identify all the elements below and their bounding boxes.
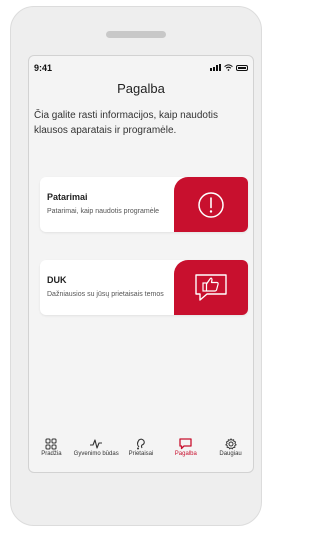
- tab-home-label: Pradžia: [41, 451, 62, 457]
- tab-more[interactable]: Daugiau: [210, 438, 252, 457]
- card-faq[interactable]: DUK Dažniausios su jūsų prietaisais temo…: [40, 260, 248, 315]
- card-tips[interactable]: Patarimai Patarimai, kaip naudotis progr…: [40, 177, 248, 232]
- battery-icon: [236, 65, 248, 71]
- card-faq-icon-panel: [174, 260, 248, 315]
- tab-lifestyle-label: Gyvenimo būdas: [73, 451, 119, 457]
- tab-devices-label: Prietaisai: [128, 451, 154, 457]
- card-faq-title: DUK: [47, 275, 67, 285]
- signal-icon: [210, 64, 221, 71]
- gear-icon: [224, 438, 237, 450]
- tab-lifestyle[interactable]: Gyvenimo būdas: [73, 438, 119, 457]
- hearing-aid-icon: [136, 438, 145, 450]
- status-icons: [210, 63, 248, 71]
- tab-help-label: Pagalba: [174, 451, 197, 457]
- card-tips-description: Patarimai, kaip naudotis programėle: [47, 208, 160, 215]
- status-time: 9:41: [34, 63, 53, 73]
- tab-devices[interactable]: Prietaisai: [120, 438, 162, 457]
- page-title: Pagalba: [117, 81, 165, 96]
- thumbs-up-chat-icon: [195, 273, 227, 301]
- card-tips-icon-panel: [174, 177, 248, 232]
- tab-help[interactable]: Pagalba: [165, 438, 207, 457]
- tab-home[interactable]: Pradžia: [30, 438, 72, 457]
- card-tips-title: Patarimai: [47, 192, 88, 202]
- tab-more-label: Daugiau: [219, 451, 242, 457]
- pulse-icon: [90, 439, 103, 449]
- wifi-icon: [224, 64, 233, 71]
- grid-icon: [45, 438, 57, 450]
- app-screen: 9:41 Pagalba Čia galite rasti informacij…: [28, 55, 254, 473]
- bottom-tab-bar: Pradžia Gyvenimo būdas Prietaisai Pagalb…: [29, 435, 253, 472]
- card-faq-description: Dažniausios su jūsų prietaisais temos: [47, 291, 164, 298]
- intro-text: Čia galite rasti informacijos, kaip naud…: [34, 110, 218, 136]
- chat-bubble-icon: [179, 438, 192, 450]
- exclamation-circle-icon: [198, 191, 224, 218]
- phone-speaker-notch: [106, 31, 166, 38]
